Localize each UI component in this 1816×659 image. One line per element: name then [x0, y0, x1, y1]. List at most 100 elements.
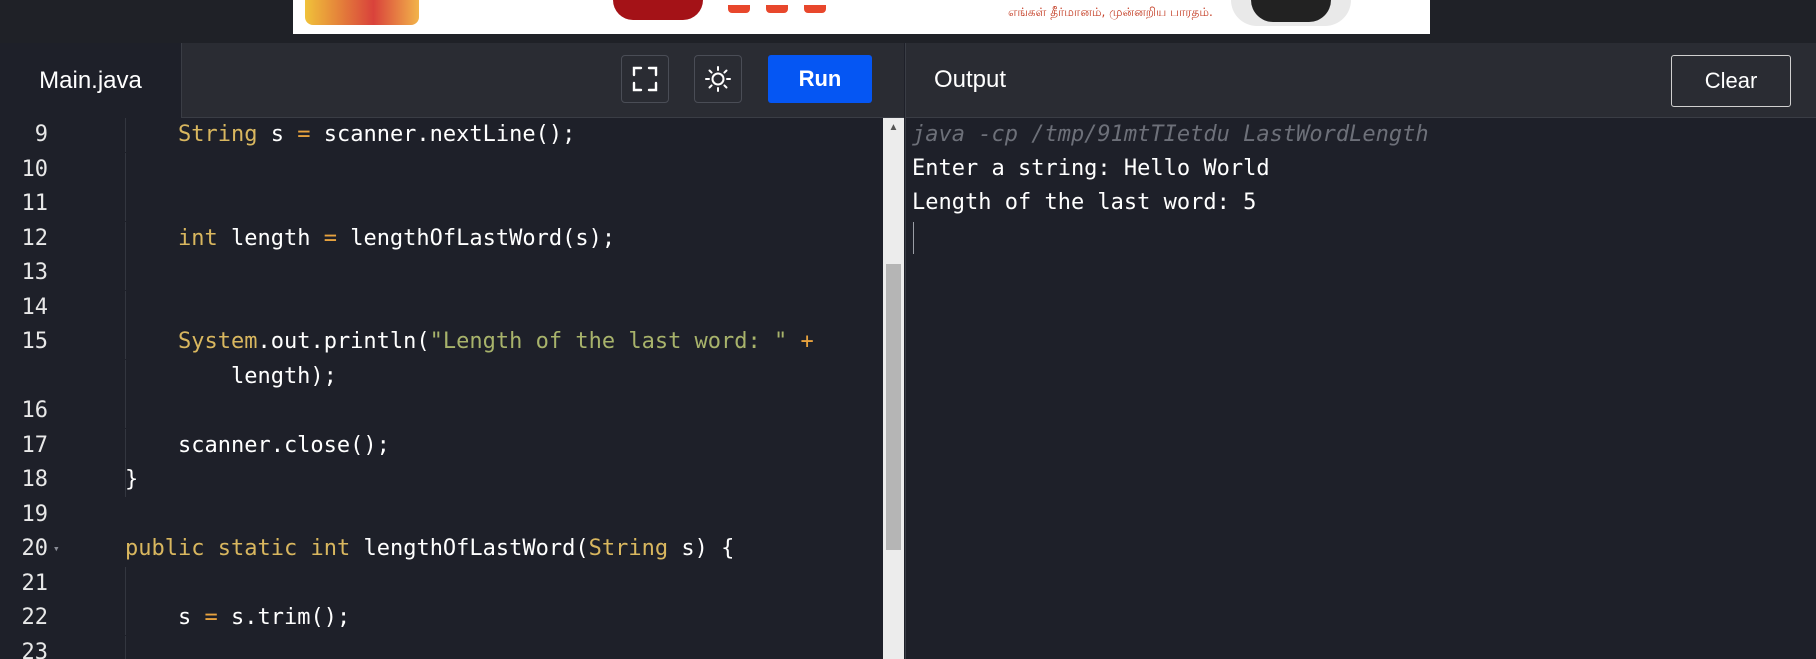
code-token: .out.println( [257, 329, 430, 354]
line-number: 13 [21, 260, 49, 285]
sun-icon [705, 66, 731, 92]
code-token: static [217, 536, 298, 561]
indent-guide [125, 566, 126, 601]
ad-image-left [305, 0, 419, 25]
code-token: "Length of the last word: " [429, 329, 788, 354]
code-text: public static int lengthOfLastWord(Strin… [125, 532, 734, 566]
code-line[interactable]: 23 [0, 635, 883, 659]
line-number: 20 [21, 536, 49, 561]
code-token: = [204, 605, 218, 630]
line-number: 9 [34, 122, 48, 147]
theme-toggle-button[interactable] [694, 55, 742, 103]
code-token: length); [125, 363, 337, 389]
code-token: public [125, 536, 205, 561]
top-banner-strip: எங்கள் தீர்மானம், முன்னறிய பாரதம். [0, 0, 1816, 43]
scrollbar-thumb[interactable] [886, 264, 901, 550]
indent-guide [125, 256, 126, 290]
ad-heading-graphic [728, 0, 878, 13]
indent-guide [125, 635, 126, 659]
editor-scrollbar[interactable]: ▲ [883, 118, 904, 659]
code-token: } [125, 467, 139, 492]
code-line[interactable]: 11 [0, 187, 883, 221]
code-token: s [257, 122, 298, 147]
output-title: Output [934, 66, 1007, 93]
code-token: = [297, 122, 311, 147]
indent-guide [125, 152, 126, 187]
code-token: length [217, 225, 324, 251]
line-number: 12 [21, 225, 49, 251]
line-number: 22 [21, 605, 49, 630]
code-token: scanner.nextLine(); [310, 122, 576, 147]
scroll-up-arrow-icon[interactable]: ▲ [883, 122, 904, 133]
indent-guide [125, 187, 126, 221]
code-token: s [125, 605, 205, 630]
tab-main-java[interactable]: Main.java [0, 43, 182, 118]
code-token: s.trim(); [217, 605, 351, 630]
ad-portrait-image [1231, 0, 1351, 26]
code-text: System.out.println("Length of the last w… [125, 325, 814, 359]
code-token: System [177, 329, 258, 354]
code-token: String [588, 536, 669, 561]
code-token: = [323, 225, 337, 251]
fullscreen-button[interactable] [621, 55, 669, 103]
code-line[interactable]: 22 s = s.trim(); [0, 601, 883, 635]
line-number: 16 [21, 398, 49, 423]
code-line[interactable]: 14 [0, 290, 883, 325]
code-token: lengthOfLastWord(s); [336, 225, 616, 251]
code-line[interactable]: 20 ▾ public static int lengthOfLastWord(St… [0, 532, 883, 566]
editor-toolbar: Main.java Run [0, 43, 904, 118]
code-token: int [177, 225, 218, 251]
text-cursor [913, 222, 914, 254]
output-console[interactable]: java -cp /tmp/91mtTIetdu LastWordLength … [905, 118, 1816, 659]
code-line[interactable]: 13 [0, 256, 883, 290]
output-command-line: java -cp /tmp/91mtTIetdu LastWordLength [912, 122, 1429, 147]
line-number: 19 [21, 501, 49, 527]
code-line[interactable]: 21 [0, 566, 883, 601]
line-number: 23 [21, 639, 49, 659]
code-line[interactable]: 16 [0, 394, 883, 428]
code-line[interactable]: 19 [0, 498, 883, 532]
code-token: scanner.close(); [125, 432, 390, 458]
code-line[interactable]: length); [0, 359, 883, 394]
code-text: s = s.trim(); [125, 601, 350, 635]
code-editor[interactable]: 9 String s = scanner.nextLine(); 10 11 12 i… [0, 118, 883, 659]
code-line[interactable]: 15 System.out.println("Length of the las… [0, 325, 883, 359]
code-token: lengthOfLastWord( [350, 536, 589, 561]
advertisement-banner[interactable]: எங்கள் தீர்மானம், முன்னறிய பாரதம். [293, 0, 1430, 34]
fold-toggle-icon[interactable]: ▾ [53, 532, 60, 566]
code-token: s) { [668, 536, 735, 561]
code-text: } [125, 463, 138, 497]
ad-graphic [613, 0, 703, 20]
code-line[interactable]: 9 String s = scanner.nextLine(); [0, 118, 883, 152]
code-token: int [310, 536, 351, 561]
line-number: 15 [21, 329, 49, 354]
clear-button[interactable]: Clear [1671, 55, 1791, 107]
line-number: 17 [21, 432, 49, 458]
output-toolbar: Output Clear [905, 43, 1816, 118]
code-text: int length = lengthOfLastWord(s); [125, 222, 615, 256]
code-text: scanner.close(); [125, 429, 390, 463]
run-button[interactable]: Run [768, 55, 872, 103]
code-token: String [177, 122, 258, 147]
indent-guide [125, 394, 126, 428]
code-line[interactable]: 17 scanner.close(); [0, 428, 883, 463]
code-line[interactable]: 12 int length = lengthOfLastWord(s); [0, 221, 883, 256]
code-text: String s = scanner.nextLine(); [125, 118, 575, 152]
line-number: 11 [21, 191, 49, 216]
line-number: 10 [21, 156, 49, 182]
line-number: 18 [21, 467, 49, 492]
indent-guide [125, 290, 126, 325]
ad-tagline: எங்கள் தீர்மானம், முன்னறிய பாரதம். [1008, 5, 1213, 19]
code-token: + [800, 329, 814, 354]
line-number: 14 [21, 294, 49, 320]
code-line[interactable]: 18} [0, 463, 883, 497]
code-text: length); [125, 360, 337, 394]
output-line: Enter a string: Hello World [912, 156, 1270, 181]
code-line[interactable]: 10 [0, 152, 883, 187]
